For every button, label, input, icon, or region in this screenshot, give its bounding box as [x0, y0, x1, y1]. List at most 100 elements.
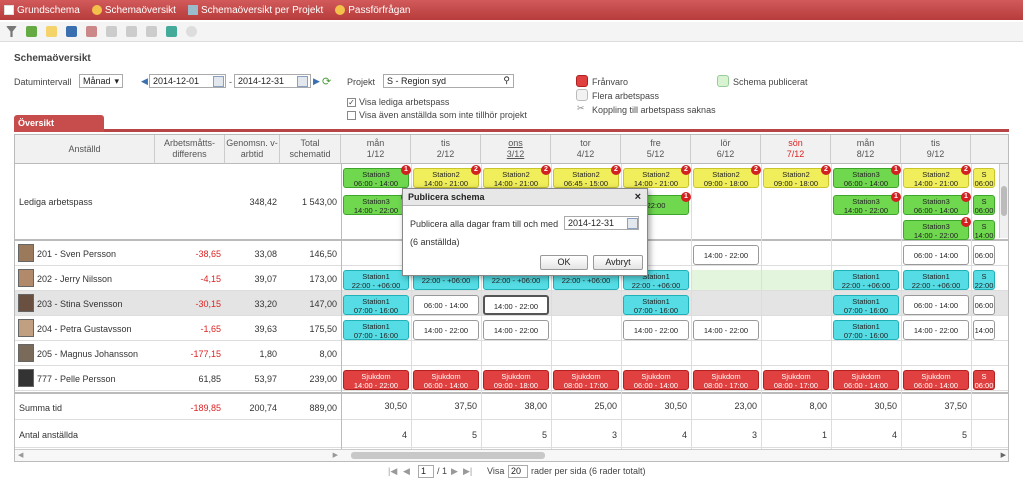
shift-block[interactable]: Sjukdom 14:00 - 22:00	[343, 370, 409, 390]
new-icon[interactable]	[46, 26, 57, 37]
tab-oversikt[interactable]: Översikt	[14, 115, 104, 132]
shift-block[interactable]: Sjukdom 06:00 - 14:00	[413, 370, 479, 390]
day-header[interactable]: tis 9/12	[901, 135, 971, 164]
vscroll[interactable]	[999, 164, 1008, 238]
checkbox-lediga[interactable]: ✓ Visa lediga arbetspass	[347, 97, 449, 108]
shift-block[interactable]: Sjukdom 08:00 - 17:00	[763, 370, 829, 390]
scroll-left-icon[interactable]: ◀	[18, 451, 23, 459]
shift-block[interactable]: 06:00 - 14:00	[413, 295, 479, 315]
rows-input[interactable]: 20	[508, 465, 528, 478]
shift-block[interactable]: 06:00 - 14:00	[903, 245, 969, 265]
page-input[interactable]: 1	[418, 465, 434, 478]
col-total[interactable]: Total schematid	[280, 135, 341, 164]
employee-row[interactable]: 205 - Magnus Johansson -177,15 1,80 8,00	[15, 341, 1008, 366]
shift-block[interactable]: Station1 22:00 - +06:00	[343, 270, 409, 290]
prev-arrow-icon[interactable]: ◀	[141, 76, 148, 87]
filter-icon[interactable]	[6, 26, 17, 37]
last-page-icon[interactable]: ▶|	[463, 466, 472, 477]
save-icon[interactable]	[66, 26, 77, 37]
shift-block[interactable]: Station1 07:00 - 16:00	[343, 320, 409, 340]
day-header[interactable]: tis 2/12	[411, 135, 481, 164]
shift-block[interactable]: Station3 06:00 - 14:00 1	[903, 192, 971, 215]
col-anstalld[interactable]: Anställd	[15, 135, 155, 164]
day-header[interactable]: lör 6/12	[691, 135, 761, 164]
next-arrow-icon[interactable]: ▶	[313, 76, 320, 87]
calendar-icon[interactable]	[297, 76, 308, 87]
day-header[interactable]	[971, 135, 1008, 164]
shift-block[interactable]: 14:00 - 22:00	[693, 320, 759, 340]
projekt-search-input[interactable]: S - Region syd ⚲	[383, 74, 514, 88]
cancel-button[interactable]: Avbryt	[593, 255, 643, 270]
shift-block[interactable]: Station1 22:00 - +06:00	[903, 270, 969, 290]
shift-block[interactable]: Station3 06:00 - 14:00 1	[343, 165, 411, 188]
prev-page-icon[interactable]: ◀	[403, 466, 410, 477]
shift-block[interactable]: Sjukdom 06:00 - 14:00	[833, 370, 899, 390]
user-icon[interactable]	[86, 26, 97, 37]
shift-block[interactable]: 14:00 - 22:00	[413, 320, 479, 340]
ok-button[interactable]: OK	[540, 255, 588, 270]
shift-block[interactable]: Sjukdom 06:00 - 14:00	[903, 370, 969, 390]
cut-icon[interactable]	[126, 26, 137, 37]
shift-block[interactable]: S 06:00	[973, 195, 995, 215]
shift-block[interactable]: S 14:00	[973, 220, 995, 240]
next-page-icon[interactable]: ▶	[451, 466, 458, 477]
shift-block[interactable]: Sjukdom 06:00 - 14:00	[623, 370, 689, 390]
shift-block[interactable]: 14:00 - 22:00	[693, 245, 759, 265]
paste-icon[interactable]	[146, 26, 157, 37]
shift-block[interactable]: Station1 07:00 - 16:00	[343, 295, 409, 315]
reload-icon[interactable]: ⟳	[322, 75, 331, 88]
day-header[interactable]: mån 1/12	[341, 135, 411, 164]
shift-block[interactable]: 06:00	[973, 245, 995, 265]
hscroll-right[interactable]: ▶	[341, 449, 1008, 461]
col-diff[interactable]: Arbetsmåtts-differens	[155, 135, 225, 164]
shift-block[interactable]: Station314:00 - 22:001	[903, 217, 971, 240]
scroll-right-icon[interactable]: ▶	[1001, 451, 1006, 459]
vscroll-thumb[interactable]	[1001, 186, 1007, 216]
shift-block[interactable]: 14:00 - 22:00	[483, 320, 549, 340]
first-page-icon[interactable]: |◀	[388, 466, 397, 477]
menu-passforfragan[interactable]: Passförfrågan	[335, 5, 411, 16]
shift-block[interactable]: Station314:00 - 22:001	[833, 192, 901, 215]
col-snitt[interactable]: Genomsn. v-arbtid	[225, 135, 280, 164]
copy-icon[interactable]	[106, 26, 117, 37]
shift-block[interactable]: Station2 06:45 - 15:00 2	[553, 165, 621, 188]
shift-block[interactable]: Station2 14:00 - 21:00 2	[483, 165, 551, 188]
shift-block[interactable]: Sjukdom 08:00 - 17:00	[553, 370, 619, 390]
shift-block[interactable]: Sjukdom 08:00 - 17:00	[693, 370, 759, 390]
menu-grundschema[interactable]: Grundschema	[4, 5, 80, 16]
close-icon[interactable]: ×	[635, 191, 641, 203]
shift-block[interactable]: S 06:00	[973, 168, 995, 188]
shift-block[interactable]: Station1 07:00 - 16:00	[833, 320, 899, 340]
menu-schemaoversikt-projekt[interactable]: Schemaöversikt per Projekt	[187, 5, 323, 16]
refresh-icon[interactable]	[26, 26, 37, 37]
shift-block[interactable]: Sjukdom 09:00 - 18:00	[483, 370, 549, 390]
period-select[interactable]: Månad ▾	[79, 74, 123, 88]
scroll-right-icon[interactable]: ▶	[333, 451, 338, 459]
shift-block[interactable]: S 22:00	[973, 270, 995, 290]
shift-block[interactable]: 14:00 - 22:00	[623, 320, 689, 340]
shift-block[interactable]: S 06:00	[973, 370, 995, 390]
hscroll-left[interactable]: ◀ ▶	[15, 449, 341, 461]
shift-block[interactable]: Station2 09:00 - 18:00 2	[763, 165, 831, 188]
day-header[interactable]: mån 8/12	[831, 135, 901, 164]
shift-block[interactable]: 06:00	[973, 295, 995, 315]
day-header[interactable]: fre 5/12	[621, 135, 691, 164]
shift-block[interactable]: Station2 14:00 - 21:00 2	[413, 165, 481, 188]
shift-block[interactable]: 14:00 - 22:00	[903, 320, 969, 340]
shift-block[interactable]: 14:00 - 22:00	[483, 295, 549, 315]
calendar-icon[interactable]	[213, 76, 224, 87]
shift-block[interactable]: Station2 14:00 - 21:00 2	[903, 165, 971, 188]
publish-icon[interactable]	[166, 26, 177, 37]
shift-block[interactable]: Station1 22:00 - +06:00	[833, 270, 899, 290]
shift-block[interactable]: Station1 07:00 - 16:00	[623, 295, 689, 315]
shift-block[interactable]: Station2 14:00 - 21:00 2	[623, 165, 691, 188]
shift-block[interactable]: 14:00	[973, 320, 995, 340]
day-header[interactable]: sön 7/12	[761, 135, 831, 164]
menu-schemaoversikt[interactable]: Schemaöversikt	[91, 5, 176, 16]
shift-block[interactable]: Station3 06:00 - 14:00 1	[833, 165, 901, 188]
shift-block[interactable]: Station2 09:00 - 18:00 2	[693, 165, 761, 188]
shift-block[interactable]: Station1 07:00 - 16:00	[833, 295, 899, 315]
day-header[interactable]: tor 4/12	[551, 135, 621, 164]
hscroll-thumb[interactable]	[351, 452, 545, 459]
shift-block[interactable]: 06:00 - 14:00	[903, 295, 969, 315]
